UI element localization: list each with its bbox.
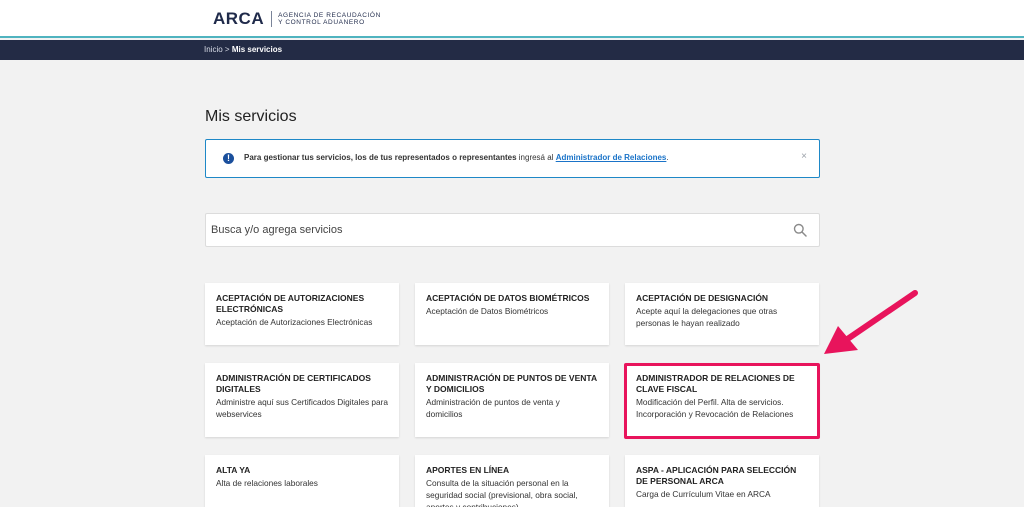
arca-logo[interactable]: ARCA AGENCIA DE RECAUDACIÓN Y CONTROL AD… [213,9,381,29]
breadcrumb-current: Mis servicios [231,45,283,54]
service-card-desc: Acepte aquí la delegaciones que otras pe… [636,306,778,328]
top-header: ARCA AGENCIA DE RECAUDACIÓN Y CONTROL AD… [0,0,1024,38]
service-card-title: ADMINISTRADOR DE RELACIONES DE CLAVE FIS… [636,373,795,394]
service-card-desc: Modificación del Perfil. Alta de servici… [636,397,794,419]
search-icon[interactable] [793,223,807,237]
search-input[interactable] [206,214,776,246]
service-card-title: APORTES EN LÍNEA [426,465,510,475]
service-card[interactable]: ASPA - APLICACIÓN PARA SELECCIÓN DE PERS… [625,455,819,507]
service-card-title: ASPA - APLICACIÓN PARA SELECCIÓN DE PERS… [636,465,797,486]
alert-suffix: . [666,153,669,162]
service-card-desc: Administre aquí sus Certificados Digital… [216,397,389,419]
logo-separator [271,11,273,27]
service-card[interactable]: ALTA YA Alta de relaciones laborales [205,455,399,507]
service-card[interactable]: ACEPTACIÓN DE DESIGNACIÓN Acepte aquí la… [625,283,819,345]
service-card-desc: Aceptación de Datos Biométricos [426,306,549,316]
service-card-desc: Aceptación de Autorizaciones Electrónica… [216,317,373,327]
service-card[interactable]: ADMINISTRACIÓN DE PUNTOS DE VENTA Y DOMI… [415,363,609,437]
service-card-desc: Consulta de la situación personal en la … [426,478,578,507]
service-card-desc: Carga de Currículum Vitae en ARCA [636,489,771,499]
nav-bar: Inicio > Mis servicios [0,40,1024,60]
logo-subtitle: AGENCIA DE RECAUDACIÓN Y CONTROL ADUANER… [278,12,381,26]
service-card[interactable]: APORTES EN LÍNEA Consulta de la situació… [415,455,609,507]
service-card-title: ACEPTACIÓN DE AUTORIZACIONES ELECTRÓNICA… [216,293,365,314]
info-alert: ! Para gestionar tus servicios, los de t… [205,139,820,178]
search-box [205,213,820,247]
info-icon: ! [223,153,234,164]
alert-text-normal: ingresá al [516,153,556,162]
alert-text: Para gestionar tus servicios, los de tus… [244,153,669,162]
service-card-desc: Administración de puntos de venta y domi… [426,397,560,419]
service-card-title: ADMINISTRACIÓN DE PUNTOS DE VENTA Y DOMI… [426,373,597,394]
pointer-arrow-icon [824,290,918,354]
logo-subtitle-line2: Y CONTROL ADUANERO [278,19,365,26]
service-card[interactable]: ACEPTACIÓN DE AUTORIZACIONES ELECTRÓNICA… [205,283,399,345]
breadcrumb-home[interactable]: Inicio [204,45,223,54]
administrador-relaciones-link[interactable]: Administrador de Relaciones [556,153,667,162]
logo-subtitle-line1: AGENCIA DE RECAUDACIÓN [278,12,381,19]
service-card[interactable]: ADMINISTRACIÓN DE CERTIFICADOS DIGITALES… [205,363,399,437]
logo-word: ARCA [213,9,265,28]
close-icon[interactable]: × [801,151,807,162]
alert-text-bold: Para gestionar tus servicios, los de tus… [244,153,517,162]
breadcrumb-separator: > [222,45,232,54]
service-card-title: ACEPTACIÓN DE DESIGNACIÓN [636,293,769,303]
breadcrumb: Inicio > Mis servicios [204,45,282,54]
service-card-title: ALTA YA [216,465,251,475]
service-card[interactable]: ACEPTACIÓN DE DATOS BIOMÉTRICOS Aceptaci… [415,283,609,345]
page-title: Mis servicios [205,108,297,125]
service-card-administrador-relaciones[interactable]: ADMINISTRADOR DE RELACIONES DE CLAVE FIS… [625,363,819,437]
service-card-title: ADMINISTRACIÓN DE CERTIFICADOS DIGITALES [216,373,371,394]
service-card-title: ACEPTACIÓN DE DATOS BIOMÉTRICOS [426,293,590,303]
service-card-desc: Alta de relaciones laborales [216,478,318,488]
